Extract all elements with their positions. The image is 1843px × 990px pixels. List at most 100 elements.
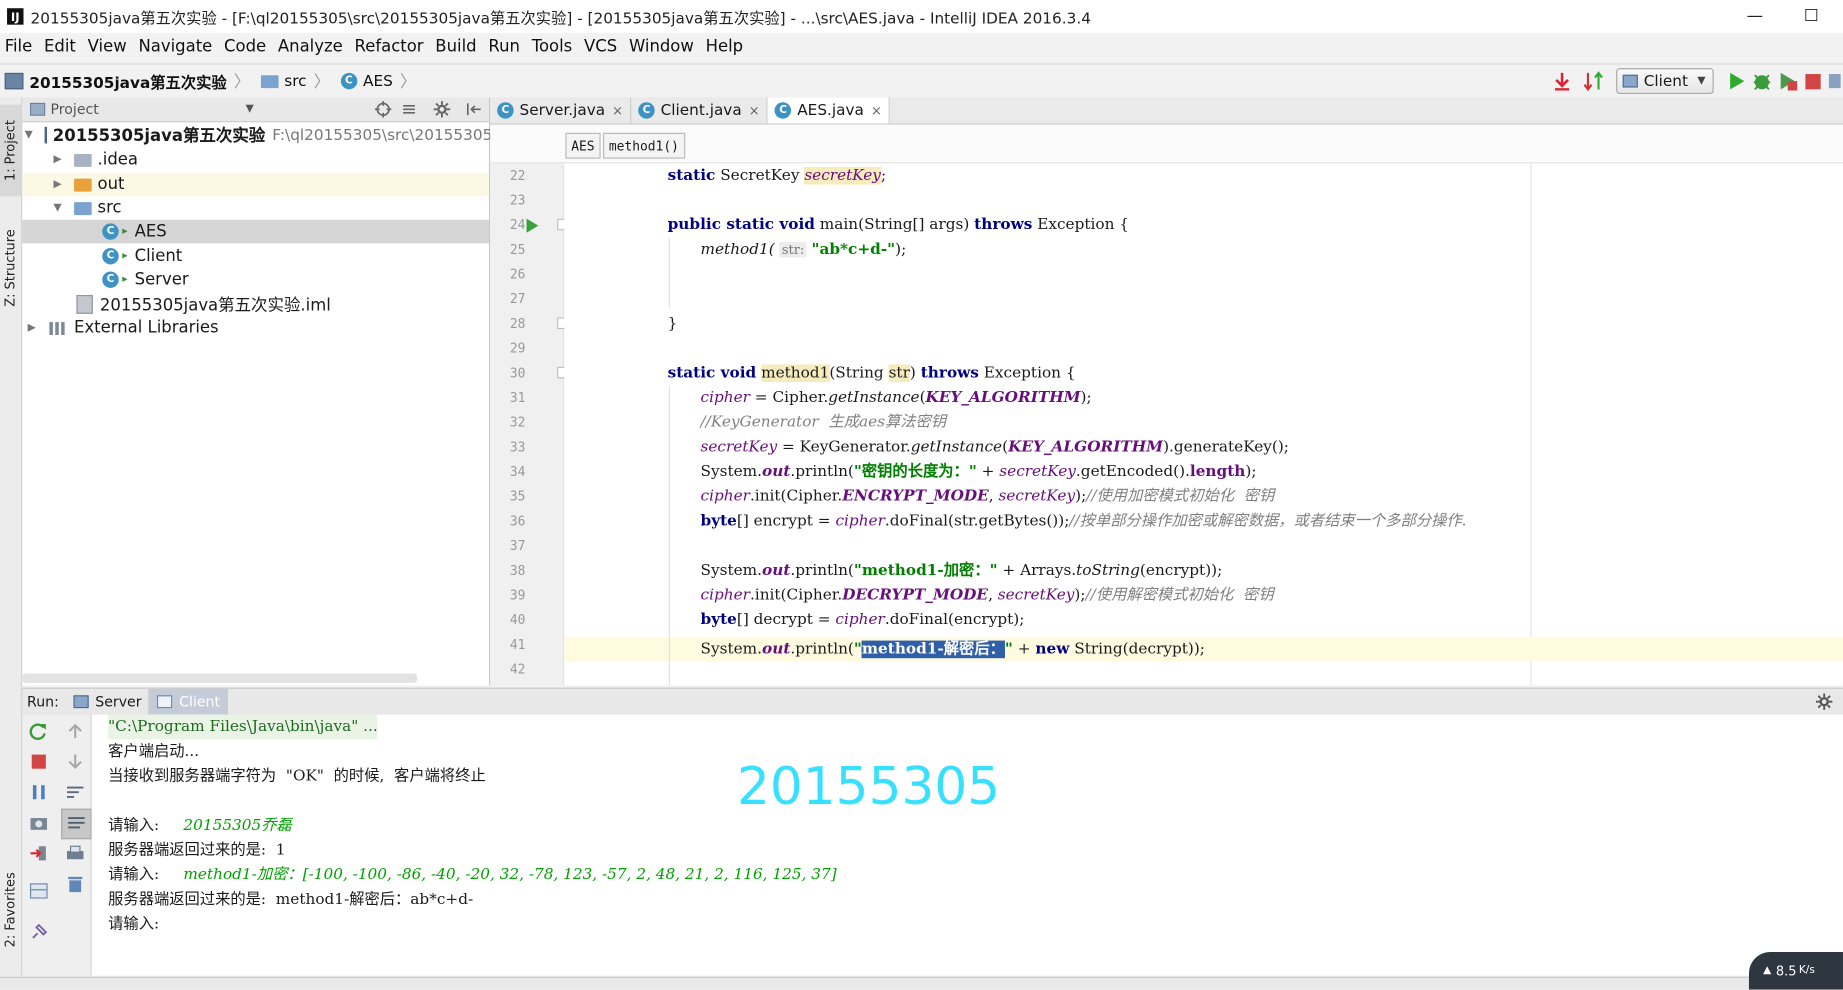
tab-aes-java[interactable]: C AES.java ×	[767, 97, 891, 124]
scroll-to-end-toggle[interactable]	[61, 808, 92, 840]
login-icon[interactable]	[28, 844, 49, 863]
nav-crumb-aes[interactable]: C AES 〉	[340, 69, 423, 93]
line-number: 42	[509, 661, 526, 678]
menu-vcs[interactable]: VCS	[579, 38, 624, 57]
editor-tab-bar: C Server.java × C Client.java × C AES.java…	[490, 97, 1843, 125]
arrow-up-icon: ▲	[1763, 964, 1772, 977]
menu-file[interactable]: File	[0, 38, 39, 57]
trash-icon[interactable]	[65, 874, 86, 893]
tree-item-idea[interactable]: ▶ .idea	[22, 148, 489, 172]
tree-item-server[interactable]: C ▸ Server	[22, 268, 489, 292]
run-tab-server[interactable]: Server	[66, 688, 150, 715]
line-number: 41	[509, 637, 526, 653]
chevron-right-icon[interactable]: ▶	[51, 179, 65, 191]
horizontal-scrollbar[interactable]	[22, 673, 418, 683]
menu-window[interactable]: Window	[624, 38, 701, 57]
maximize-button[interactable]: ☐	[1784, 0, 1838, 33]
minimize-button[interactable]: —	[1728, 0, 1782, 33]
menu-edit[interactable]: Edit	[39, 38, 83, 57]
code-line-38: System.out.println("method1-加密：" + Array…	[700, 561, 1223, 580]
rerun-icon[interactable]	[28, 722, 49, 741]
tree-item-external-libraries[interactable]: ▶ External Libraries	[22, 316, 489, 340]
tree-item-out[interactable]: ▶ out	[22, 172, 489, 197]
nav-crumb-src[interactable]: src 〉	[260, 69, 336, 93]
download-icon[interactable]	[1551, 69, 1575, 93]
camera-icon[interactable]	[28, 813, 49, 832]
line-number: 39	[509, 587, 526, 603]
menu-run[interactable]: Run	[484, 38, 527, 57]
line-number: 22	[509, 168, 526, 184]
class-icon: C	[774, 102, 792, 119]
tab-client-java[interactable]: C Client.java ×	[631, 97, 768, 124]
chevron-right-icon[interactable]: ▶	[51, 154, 65, 166]
menu-code[interactable]: Code	[219, 38, 273, 57]
breadcrumb-method1[interactable]: method1()	[602, 132, 685, 159]
menu-view[interactable]: View	[83, 38, 134, 57]
run-gutter-icon[interactable]	[525, 218, 539, 233]
chevron-right-icon[interactable]: ▶	[25, 322, 39, 334]
more-icon[interactable]	[1827, 69, 1843, 93]
menu-tools[interactable]: Tools	[527, 38, 579, 57]
folder-blue-icon	[74, 201, 92, 215]
code-line-34: System.out.println("密钥的长度为：" + secretKey…	[700, 463, 1257, 481]
tree-item-aes[interactable]: C ▸ AES	[22, 219, 489, 244]
close-icon[interactable]: ×	[612, 103, 623, 118]
menu-refactor[interactable]: Refactor	[350, 38, 431, 57]
run-tab-client[interactable]: Client	[149, 688, 229, 715]
tab-favorites-tool[interactable]: 2: Favorites	[0, 862, 21, 958]
close-icon[interactable]: ×	[871, 103, 882, 118]
menu-build[interactable]: Build	[431, 38, 484, 57]
chevron-down-icon[interactable]: ▼	[25, 129, 33, 141]
scroll-from-source-icon[interactable]	[374, 100, 393, 119]
breadcrumb-class-aes[interactable]: AES	[565, 132, 601, 159]
hide-panel-icon[interactable]	[464, 100, 483, 119]
line-number: 28	[509, 316, 526, 332]
pause-icon[interactable]	[28, 783, 49, 802]
line-number: 34	[509, 464, 526, 480]
arrow-down-icon[interactable]	[65, 752, 86, 771]
code-line-32: //KeyGenerator 生成aes算法密钥	[700, 413, 947, 432]
tree-item-project-root[interactable]: ▼ 20155305java第五次实验 F:\ql20155305\src\20…	[22, 123, 515, 147]
class-icon: C	[638, 102, 655, 119]
soft-wrap-icon[interactable]	[65, 783, 86, 802]
tree-item-src[interactable]: ▼ src	[22, 196, 489, 220]
line-number: 36	[509, 513, 526, 529]
student-id-watermark: 20155305	[736, 756, 1001, 817]
run-configuration-select[interactable]: Client ▼	[1616, 68, 1714, 95]
close-icon[interactable]: ×	[749, 103, 760, 118]
project-view-select[interactable]: Project	[51, 101, 99, 117]
gear-icon[interactable]	[1815, 692, 1836, 711]
tree-item-iml[interactable]: 20155305java第五次实验.iml	[22, 293, 489, 317]
arrow-up-icon[interactable]	[65, 722, 86, 741]
code-line-24: public static void main(String[] args) t…	[667, 216, 1130, 234]
run-icon[interactable]	[1723, 69, 1749, 93]
tab-structure-tool[interactable]: Z: Structure	[0, 215, 21, 321]
stop-icon[interactable]	[1801, 69, 1827, 93]
code-line-35: cipher.init(Cipher.ENCRYPT_MODE, secretK…	[700, 487, 1275, 506]
nav-crumb-project[interactable]: 20155305java第五次实验〉	[4, 69, 256, 93]
tree-item-client[interactable]: C ▸ Client	[22, 244, 489, 268]
menu-analyze[interactable]: Analyze	[273, 38, 350, 57]
debug-icon[interactable]	[1749, 69, 1775, 93]
menu-navigate[interactable]: Navigate	[134, 38, 220, 57]
collapse-all-icon[interactable]	[400, 100, 419, 119]
chevron-down-icon[interactable]: ▼	[246, 103, 254, 115]
menu-help[interactable]: Help	[701, 38, 750, 57]
sort-arrows-icon[interactable]	[1581, 69, 1607, 93]
run-panel-label: Run:	[27, 693, 59, 710]
print-icon[interactable]	[65, 844, 86, 863]
intellij-app-icon: IJ	[7, 8, 24, 25]
menu-bar: File Edit View Navigate Code Analyze Ref…	[0, 32, 1843, 62]
class-icon: C	[102, 248, 119, 265]
pin-icon[interactable]	[28, 921, 49, 940]
gear-icon[interactable]	[433, 100, 454, 119]
tab-server-java[interactable]: C Server.java ×	[490, 97, 632, 124]
stop-icon[interactable]	[28, 752, 49, 771]
layout-icon[interactable]	[28, 882, 49, 901]
code-editor[interactable]: static SecretKey secretKey; public stati…	[564, 163, 1843, 686]
console-output[interactable]: "C:\Program Files\Java\bin\java" ... 客户端…	[91, 714, 1843, 976]
right-margin-guide	[1530, 163, 1532, 686]
chevron-down-icon[interactable]: ▼	[51, 202, 65, 214]
coverage-icon[interactable]	[1775, 69, 1801, 93]
tab-project-tool[interactable]: 1: Project	[0, 104, 22, 197]
